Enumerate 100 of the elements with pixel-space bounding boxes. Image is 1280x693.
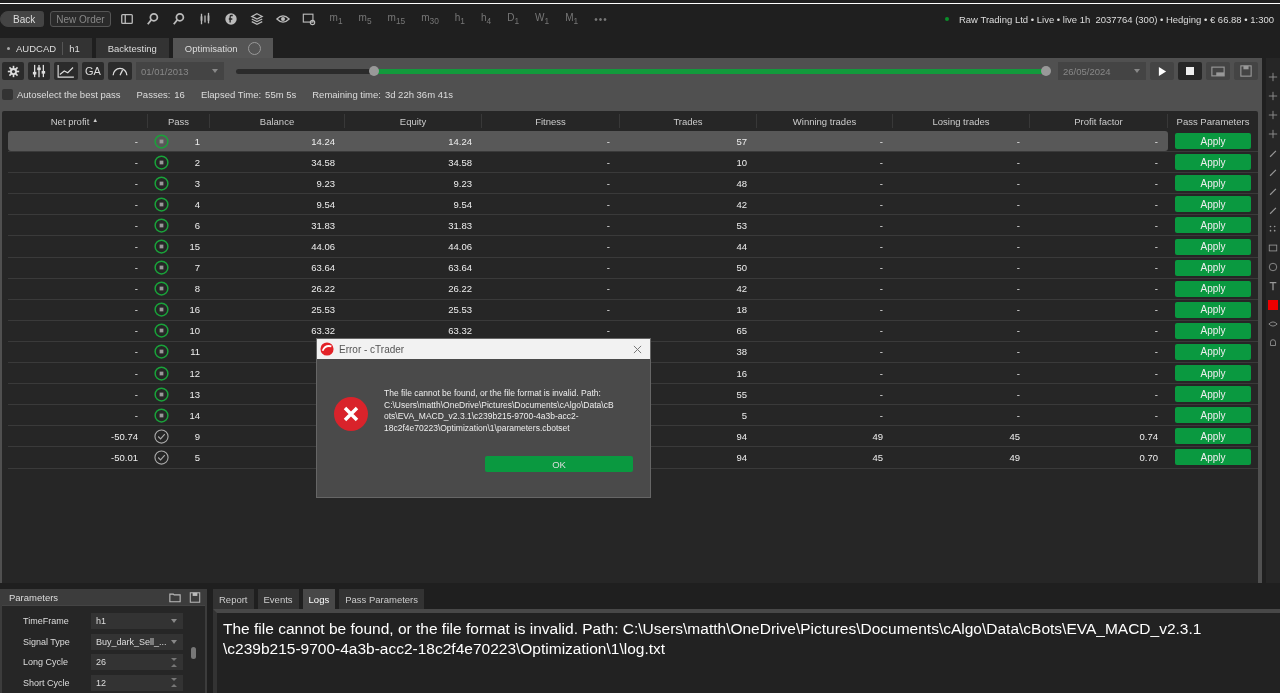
- layers-icon[interactable]: [249, 12, 264, 26]
- table-cell: 26.22: [448, 283, 472, 295]
- tab[interactable]: Backtesting: [95, 38, 169, 58]
- crosshair-icon[interactable]: [1268, 72, 1278, 82]
- table-cell: -: [879, 409, 883, 421]
- table-cell: -: [606, 262, 610, 274]
- more-button[interactable]: •••: [594, 13, 608, 25]
- column-header[interactable]: Pass Parameters: [1168, 114, 1258, 128]
- table-cell: -: [1016, 283, 1020, 295]
- timeframe-button[interactable]: h$_{4}$: [481, 12, 492, 26]
- play-button[interactable]: [1150, 62, 1174, 80]
- stop-button[interactable]: [1178, 62, 1202, 80]
- eye-icon[interactable]: [1268, 319, 1278, 329]
- save-button[interactable]: [1234, 62, 1258, 80]
- column-header[interactable]: Winning trades: [757, 114, 893, 128]
- tab[interactable]: Report: [213, 589, 254, 609]
- tab-label: h1: [69, 42, 80, 54]
- color-swatch-icon[interactable]: [1268, 300, 1278, 310]
- table-cell: -: [606, 241, 610, 252]
- column-header[interactable]: Fitness: [482, 114, 620, 128]
- parameter-spinner[interactable]: 12: [91, 674, 183, 691]
- column-header[interactable]: Pass: [148, 114, 210, 128]
- table-cell: 13: [189, 388, 200, 400]
- scrollbar-thumb[interactable]: [191, 647, 196, 659]
- layout-icon[interactable]: [119, 12, 134, 26]
- table-cell: -: [1016, 388, 1020, 400]
- crosshair-icon[interactable]: [1268, 110, 1278, 120]
- chart-button[interactable]: [54, 62, 78, 80]
- text-icon[interactable]: [1268, 281, 1278, 291]
- zoom-in-icon[interactable]: [145, 12, 160, 26]
- table-cell: -: [879, 156, 883, 168]
- column-header[interactable]: Balance: [210, 114, 345, 128]
- stat-value: 3d 22h 36m 41s: [384, 88, 454, 100]
- table-cell: -: [1154, 304, 1158, 316]
- table-cell: -: [606, 304, 610, 316]
- timeframe-button[interactable]: m$_{15}$: [387, 12, 406, 26]
- tab[interactable]: Optimisation: [172, 38, 273, 58]
- column-header[interactable]: Trades: [620, 114, 757, 128]
- table-row[interactable]: - 7 63.64 63.64 - 50 - - - Apply: [8, 257, 1258, 279]
- table-cell: -: [1154, 367, 1158, 379]
- rect-icon[interactable]: [1268, 243, 1278, 253]
- folder-icon[interactable]: [169, 591, 181, 603]
- parameter-spinner[interactable]: 26: [91, 654, 183, 671]
- table-cell: 50: [736, 262, 747, 274]
- tab[interactable]: Logs: [302, 589, 336, 609]
- timeframe-button[interactable]: h$_{1}$: [454, 12, 465, 26]
- checkbox[interactable]: [2, 88, 13, 100]
- table-row[interactable]: - 16 25.53 25.53 - 18 - - - Apply: [8, 299, 1258, 321]
- parameter-dropdown[interactable]: Buy_dark_Sell_...: [91, 633, 183, 650]
- timeframe-button[interactable]: m$_{5}$: [358, 12, 372, 26]
- parameter-dropdown[interactable]: h1: [91, 613, 183, 630]
- table-cell: 55: [736, 388, 747, 400]
- table-row[interactable]: - 1 14.24 14.24 - 57 - - - Apply: [8, 131, 1258, 153]
- timeframe-button[interactable]: W$_{1}$: [535, 12, 550, 26]
- speed-button[interactable]: [108, 62, 132, 80]
- close-icon[interactable]: [633, 344, 642, 354]
- window-button[interactable]: [1206, 62, 1230, 80]
- zoom-out-icon[interactable]: [171, 12, 186, 26]
- column-header[interactable]: Profit factor: [1030, 114, 1168, 128]
- parameter-label: Long Cycle: [22, 657, 70, 668]
- dots-icon[interactable]: [1268, 224, 1278, 234]
- stat-label: Elapsed Time:: [200, 88, 262, 100]
- slider-thumb[interactable]: [368, 66, 379, 76]
- app-logo-icon: [320, 342, 334, 356]
- table-row[interactable]: - 8 26.22 26.22 - 42 - - - Apply: [8, 278, 1258, 300]
- back-button[interactable]: Back: [0, 11, 45, 27]
- table-cell: -: [879, 241, 883, 252]
- table-cell: -: [606, 177, 610, 189]
- table-cell: -: [879, 388, 883, 400]
- timeframe-button[interactable]: D$_{1}$: [507, 12, 520, 26]
- column-header[interactable]: Equity: [345, 114, 482, 128]
- circle-icon[interactable]: [1268, 262, 1278, 272]
- checkbox-label: Autoselect the best pass: [17, 88, 121, 100]
- table-row[interactable]: - 4 9.54 9.54 - 42 - - - Apply: [8, 194, 1258, 216]
- table-cell: -: [1016, 346, 1020, 358]
- chart-settings-icon[interactable]: [301, 12, 316, 26]
- function-icon[interactable]: [223, 12, 238, 26]
- eye-icon[interactable]: [275, 12, 290, 26]
- table-row[interactable]: - 15 44.06 44.06 - 44 - - - Apply: [8, 236, 1258, 258]
- slider-thumb[interactable]: [1041, 66, 1051, 76]
- sliders-button[interactable]: [28, 62, 50, 80]
- parameter-label: Short Cycle: [22, 677, 71, 688]
- table-row[interactable]: - 2 34.58 34.58 - 10 - - - Apply: [8, 152, 1258, 174]
- timeframe-button[interactable]: m$_{1}$: [329, 12, 343, 26]
- table-cell: -: [134, 135, 138, 147]
- tab[interactable]: Pass Parameters: [339, 589, 425, 609]
- crosshair-icon[interactable]: [1268, 129, 1278, 139]
- tab[interactable]: AUDCAD h1: [0, 38, 92, 58]
- tab[interactable]: Events: [257, 589, 299, 609]
- timeframe-button[interactable]: m$_{30}$: [421, 12, 439, 26]
- table-cell: 94: [736, 430, 747, 442]
- table-row[interactable]: - 3 9.23 9.23 - 48 - - - Apply: [8, 173, 1258, 195]
- ga-button[interactable]: GA: [82, 62, 104, 80]
- timeframe-button[interactable]: M$_{1}$: [565, 12, 579, 26]
- table-row[interactable]: - 6 31.83 31.83 - 53 - - - Apply: [8, 215, 1258, 237]
- column-header[interactable]: Losing trades: [893, 114, 1030, 128]
- save-icon[interactable]: [189, 591, 201, 603]
- gauge-icon: [111, 65, 129, 77]
- crosshair-icon[interactable]: [1268, 91, 1278, 101]
- settings-button[interactable]: [2, 62, 24, 80]
